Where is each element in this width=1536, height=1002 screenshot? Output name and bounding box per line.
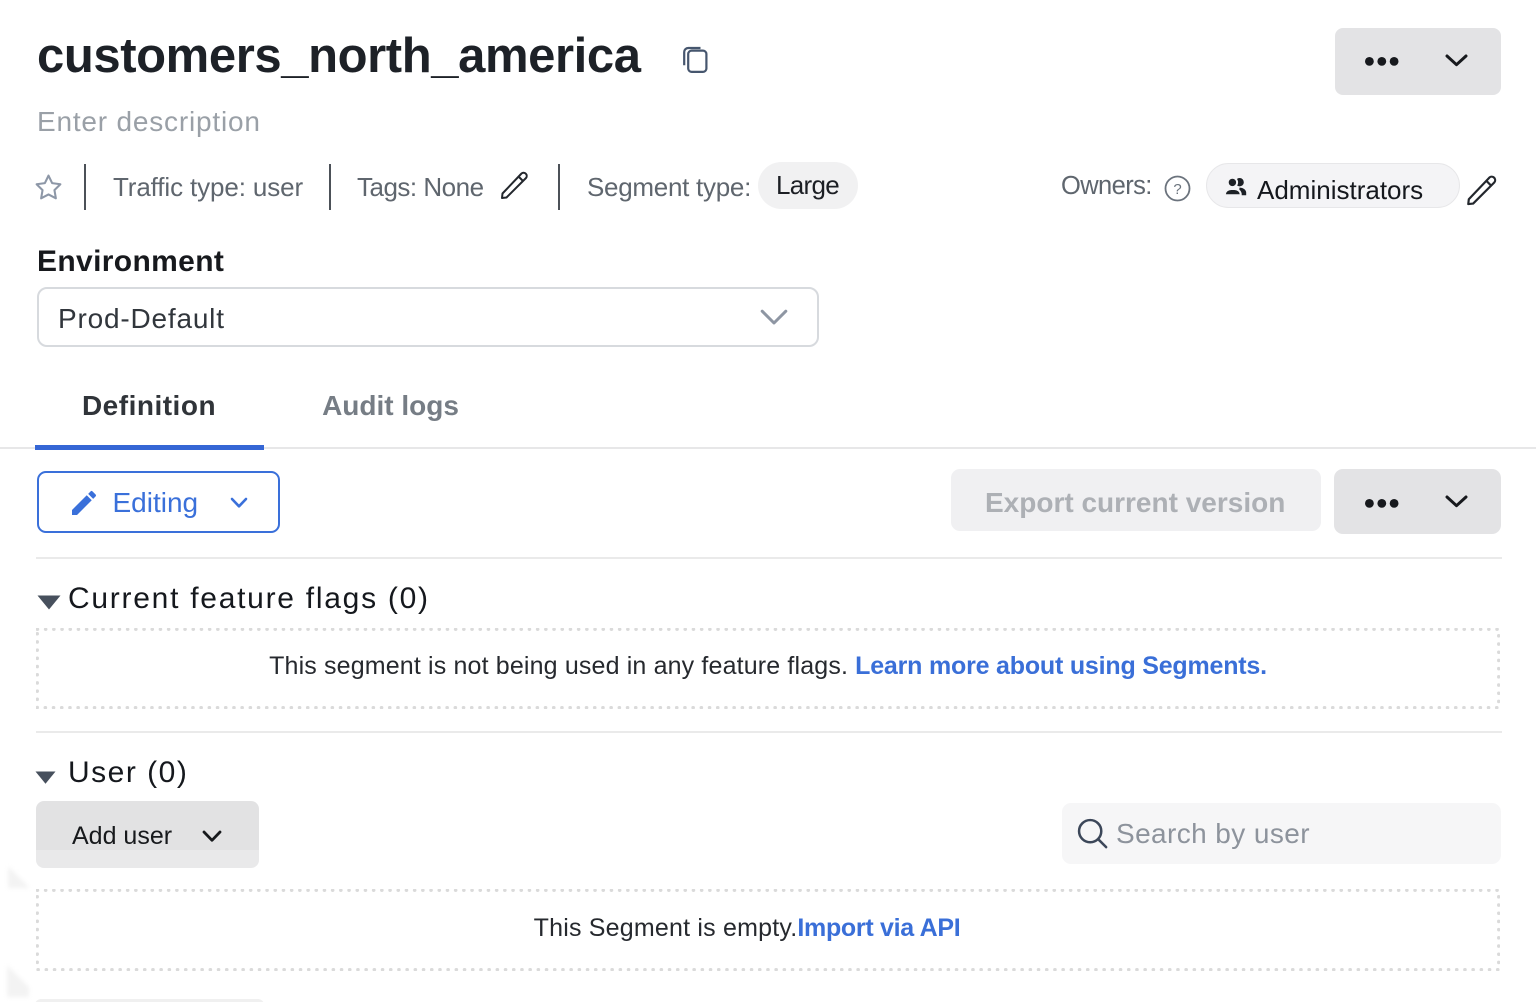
svg-text:?: ? <box>1173 181 1181 198</box>
